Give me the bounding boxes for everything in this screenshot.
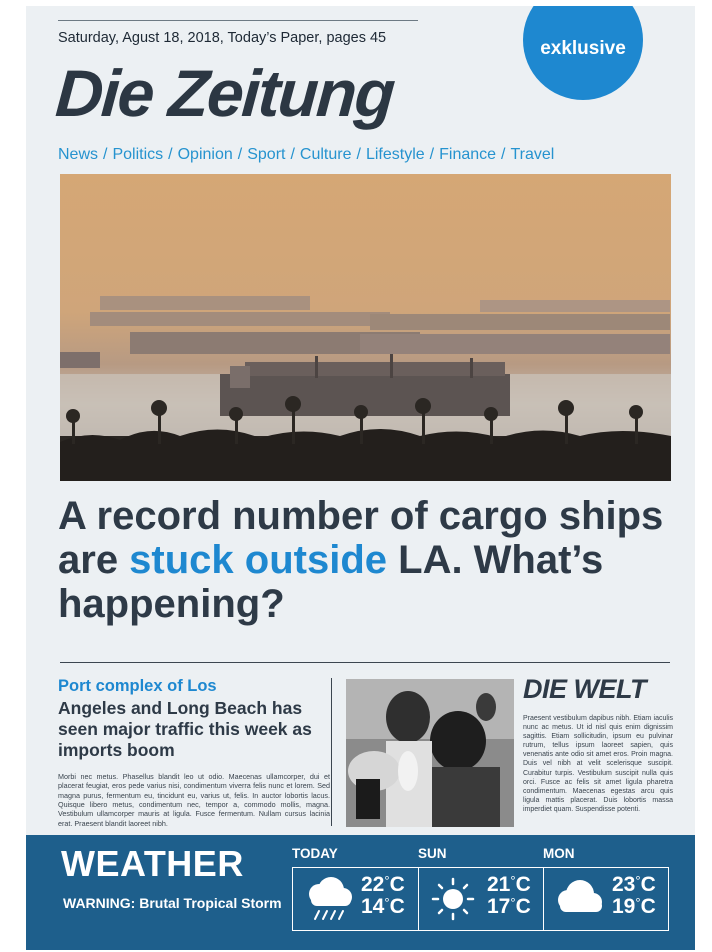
temp-unit: C: [389, 873, 405, 896]
forecast-mon[interactable]: 23°C 19°C: [543, 868, 669, 930]
hero-photo-cargo-ships[interactable]: [60, 174, 671, 481]
temp-unit: C: [389, 895, 405, 919]
nav-item-culture[interactable]: Culture: [300, 146, 352, 163]
temp-unit: C: [640, 873, 656, 896]
weather-warning: WARNING: Brutal Tropical Storm: [63, 895, 282, 911]
subhead-title[interactable]: Angeles and Long Beach has seen major tr…: [58, 698, 328, 761]
protest-photo-illustration: [346, 679, 514, 827]
nav-item-finance[interactable]: Finance: [439, 146, 496, 163]
protest-photo[interactable]: [346, 679, 514, 827]
exclusive-badge-label: exklusive: [540, 38, 626, 59]
masthead-title: Die Zeitung: [53, 56, 396, 130]
temp-unit: C: [515, 873, 531, 896]
newspaper-page: Saturday, Agust 18, 2018, Today’s Paper,…: [26, 6, 695, 950]
main-headline[interactable]: A record number of cargo ships are stuck…: [58, 494, 678, 626]
nav-item-news[interactable]: News: [58, 146, 98, 163]
temp-high-sun: 21: [487, 873, 511, 896]
day-label-mon: MON: [543, 846, 575, 861]
temp-high-mon: 23: [612, 873, 636, 896]
forecast-box: 22°C 14°C 21°C 17°C 23°C 19°C: [292, 867, 669, 931]
headline-highlight: stuck outside: [129, 538, 388, 582]
weather-section: WEATHER WARNING: Brutal Tropical Storm T…: [26, 835, 695, 950]
divider: [60, 662, 670, 663]
sidebar-body-text: Praesent vestibulum dapibus nibh. Etiam …: [523, 715, 673, 813]
section-nav: News / Politics / Opinion / Sport / Culture / Life…: [58, 146, 673, 164]
subhead-kicker: Port complex of Los: [58, 677, 217, 695]
temp-unit: C: [515, 895, 531, 919]
forecast-today[interactable]: 22°C 14°C: [293, 868, 418, 930]
column-divider: [331, 678, 332, 826]
nav-item-politics[interactable]: Politics: [112, 146, 163, 163]
nav-separator: /: [168, 146, 173, 163]
nav-item-travel[interactable]: Travel: [510, 146, 554, 163]
nav-separator: /: [290, 146, 295, 163]
exclusive-badge[interactable]: exklusive: [523, 6, 643, 100]
nav-separator: /: [429, 146, 435, 163]
temp-low-mon: 19: [612, 895, 636, 919]
temp-low-sun: 17: [487, 895, 511, 919]
temps-mon: 23°C 19°C: [612, 873, 656, 919]
temps-sun: 21°C 17°C: [487, 873, 531, 919]
nav-separator: /: [501, 146, 506, 163]
temp-high-today: 22: [361, 873, 385, 896]
temp-unit: C: [640, 895, 656, 919]
nav-separator: /: [103, 146, 108, 163]
weather-title: WEATHER: [61, 843, 244, 884]
temp-low-today: 14: [361, 895, 385, 919]
day-label-today: TODAY: [292, 846, 338, 861]
hero-photo-illustration: [60, 174, 671, 481]
day-label-sun: SUN: [418, 846, 447, 861]
nav-separator: /: [356, 146, 361, 163]
nav-separator: /: [237, 146, 243, 163]
article-body-text: Morbi nec metus. Phasellus blandit leo u…: [58, 772, 330, 828]
dateline: Saturday, Agust 18, 2018, Today’s Paper,…: [58, 20, 418, 46]
nav-item-opinion[interactable]: Opinion: [178, 146, 233, 163]
nav-item-lifestyle[interactable]: Lifestyle: [366, 146, 425, 163]
forecast-sun[interactable]: 21°C 17°C: [418, 868, 544, 930]
temps-today: 22°C 14°C: [361, 873, 405, 919]
rain-cloud-icon: [309, 877, 352, 920]
nav-item-sport[interactable]: Sport: [247, 146, 285, 163]
sun-icon: [431, 877, 475, 921]
sidebar-title: DIE WELT: [523, 674, 646, 704]
cloud-icon: [558, 880, 602, 912]
